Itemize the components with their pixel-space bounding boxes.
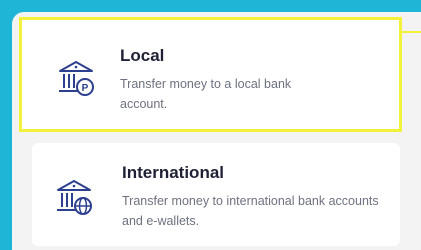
local-option-description: Transfer money to a local bank account. (120, 77, 292, 111)
international-option-description: Transfer money to international bank acc… (122, 194, 379, 228)
local-transfer-option[interactable]: P Local Transfer money to a local bank a… (19, 17, 402, 132)
bank-international-icon (54, 177, 94, 217)
highlight-connector-line (402, 31, 421, 33)
svg-text:P: P (82, 83, 89, 94)
bank-local-icon: P (56, 58, 96, 98)
international-transfer-option[interactable]: International Transfer money to internat… (32, 143, 400, 246)
local-option-title: Local (120, 46, 165, 65)
international-option-title: International (122, 163, 225, 182)
